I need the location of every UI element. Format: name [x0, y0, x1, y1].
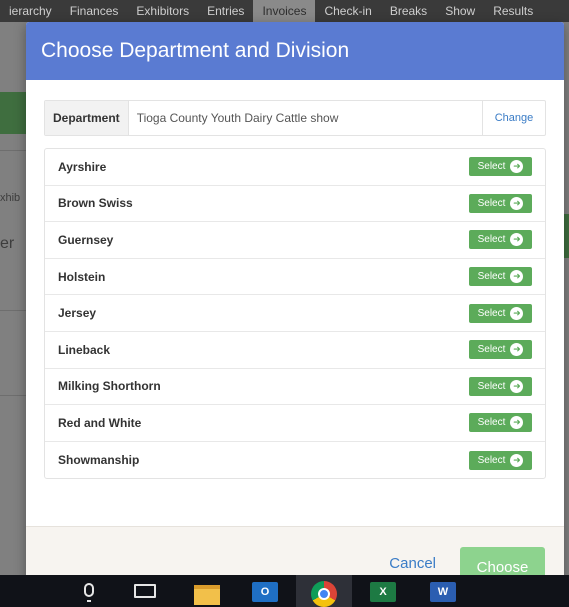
nav-item-exhibitors[interactable]: Exhibitors [127, 0, 198, 22]
division-item-showmanship: Showmanship Select ➜ [45, 442, 545, 479]
modal-footer: Cancel Choose [26, 526, 564, 582]
change-department-link[interactable]: Change [482, 101, 545, 135]
select-label: Select [477, 197, 506, 209]
arrow-right-circle-icon: ➜ [510, 233, 524, 247]
division-name: Brown Swiss [58, 196, 133, 211]
select-label: Select [477, 271, 506, 283]
arrow-right-circle-icon: ➜ [510, 453, 524, 467]
division-item-red-and-white: Red and White Select ➜ [45, 405, 545, 442]
nav-item-check-in[interactable]: Check-in [315, 0, 380, 22]
nav-item-breaks[interactable]: Breaks [381, 0, 436, 22]
division-item-brown-swiss: Brown Swiss Select ➜ [45, 186, 545, 223]
background-divider [0, 310, 26, 311]
arrow-right-circle-icon: ➜ [510, 306, 524, 320]
outlook-icon[interactable]: O [252, 582, 278, 602]
select-milking-shorthorn-button[interactable]: Select ➜ [469, 376, 532, 396]
division-name: Ayrshire [58, 159, 107, 174]
background-partial-text: xhib [0, 192, 21, 204]
division-item-ayrshire: Ayrshire Select ➜ [45, 149, 545, 186]
select-ayrshire-button[interactable]: Select ➜ [469, 157, 532, 177]
select-label: Select [477, 380, 506, 392]
select-red-and-white-button[interactable]: Select ➜ [469, 413, 532, 433]
division-item-jersey: Jersey Select ➜ [45, 295, 545, 332]
select-showmanship-button[interactable]: Select ➜ [469, 450, 532, 470]
arrow-right-circle-icon: ➜ [510, 270, 524, 284]
division-item-guernsey: Guernsey Select ➜ [45, 222, 545, 259]
taskbar: O X W [0, 575, 569, 607]
arrow-right-circle-icon: ➜ [510, 379, 524, 393]
select-jersey-button[interactable]: Select ➜ [469, 303, 532, 323]
nav-item-invoices[interactable]: Invoices [253, 0, 316, 22]
arrow-right-circle-icon: ➜ [510, 160, 524, 174]
background-green-panel-left [0, 92, 26, 134]
department-label: Department [45, 101, 129, 135]
select-label: Select [477, 234, 506, 246]
excel-icon[interactable]: X [370, 582, 396, 602]
division-item-milking-shorthorn: Milking Shorthorn Select ➜ [45, 369, 545, 406]
cancel-button[interactable]: Cancel [389, 555, 436, 572]
file-explorer-icon[interactable] [194, 585, 220, 605]
select-brown-swiss-button[interactable]: Select ➜ [469, 193, 532, 213]
microphone-icon[interactable] [84, 583, 94, 602]
background-divider [0, 150, 26, 151]
nav-item-show[interactable]: Show [436, 0, 484, 22]
division-name: Holstein [58, 269, 106, 284]
nav-item-finances[interactable]: Finances [61, 0, 128, 22]
word-icon[interactable]: W [430, 582, 456, 602]
modal-header: Choose Department and Division [26, 22, 564, 80]
chrome-icon[interactable] [311, 581, 337, 607]
division-name: Showmanship [58, 453, 140, 468]
arrow-right-circle-icon: ➜ [510, 343, 524, 357]
division-item-lineback: Lineback Select ➜ [45, 332, 545, 369]
division-name: Lineback [58, 342, 111, 357]
division-name: Red and White [58, 415, 142, 430]
division-name: Jersey [58, 306, 97, 321]
nav-item-results[interactable]: Results [484, 0, 542, 22]
choose-department-modal: Choose Department and Division Departmen… [26, 22, 564, 582]
select-lineback-button[interactable]: Select ➜ [469, 340, 532, 360]
background-divider [0, 395, 26, 396]
select-label: Select [477, 307, 506, 319]
nav-item-hierarchy[interactable]: ierarchy [0, 0, 61, 22]
division-list: Ayrshire Select ➜ Brown Swiss Select ➜ Gue… [44, 148, 546, 480]
select-label: Select [477, 417, 506, 429]
select-label: Select [477, 454, 506, 466]
arrow-right-circle-icon: ➜ [510, 416, 524, 430]
background-partial-text: er [0, 235, 15, 252]
task-view-icon[interactable] [134, 584, 156, 598]
division-name: Guernsey [58, 232, 114, 247]
select-holstein-button[interactable]: Select ➜ [469, 267, 532, 287]
modal-title: Choose Department and Division [41, 39, 350, 62]
select-guernsey-button[interactable]: Select ➜ [469, 230, 532, 250]
department-row: Department Tioga County Youth Dairy Catt… [44, 100, 546, 136]
arrow-right-circle-icon: ➜ [510, 196, 524, 210]
nav-item-entries[interactable]: Entries [198, 0, 253, 22]
modal-body: Department Tioga County Youth Dairy Catt… [26, 80, 564, 526]
select-label: Select [477, 344, 506, 356]
department-value: Tioga County Youth Dairy Cattle show [136, 111, 339, 125]
division-name: Milking Shorthorn [58, 379, 161, 394]
select-label: Select [477, 161, 506, 173]
division-item-holstein: Holstein Select ➜ [45, 259, 545, 296]
background-nav-bar: ierarchy Finances Exhibitors Entries Inv… [0, 0, 569, 22]
